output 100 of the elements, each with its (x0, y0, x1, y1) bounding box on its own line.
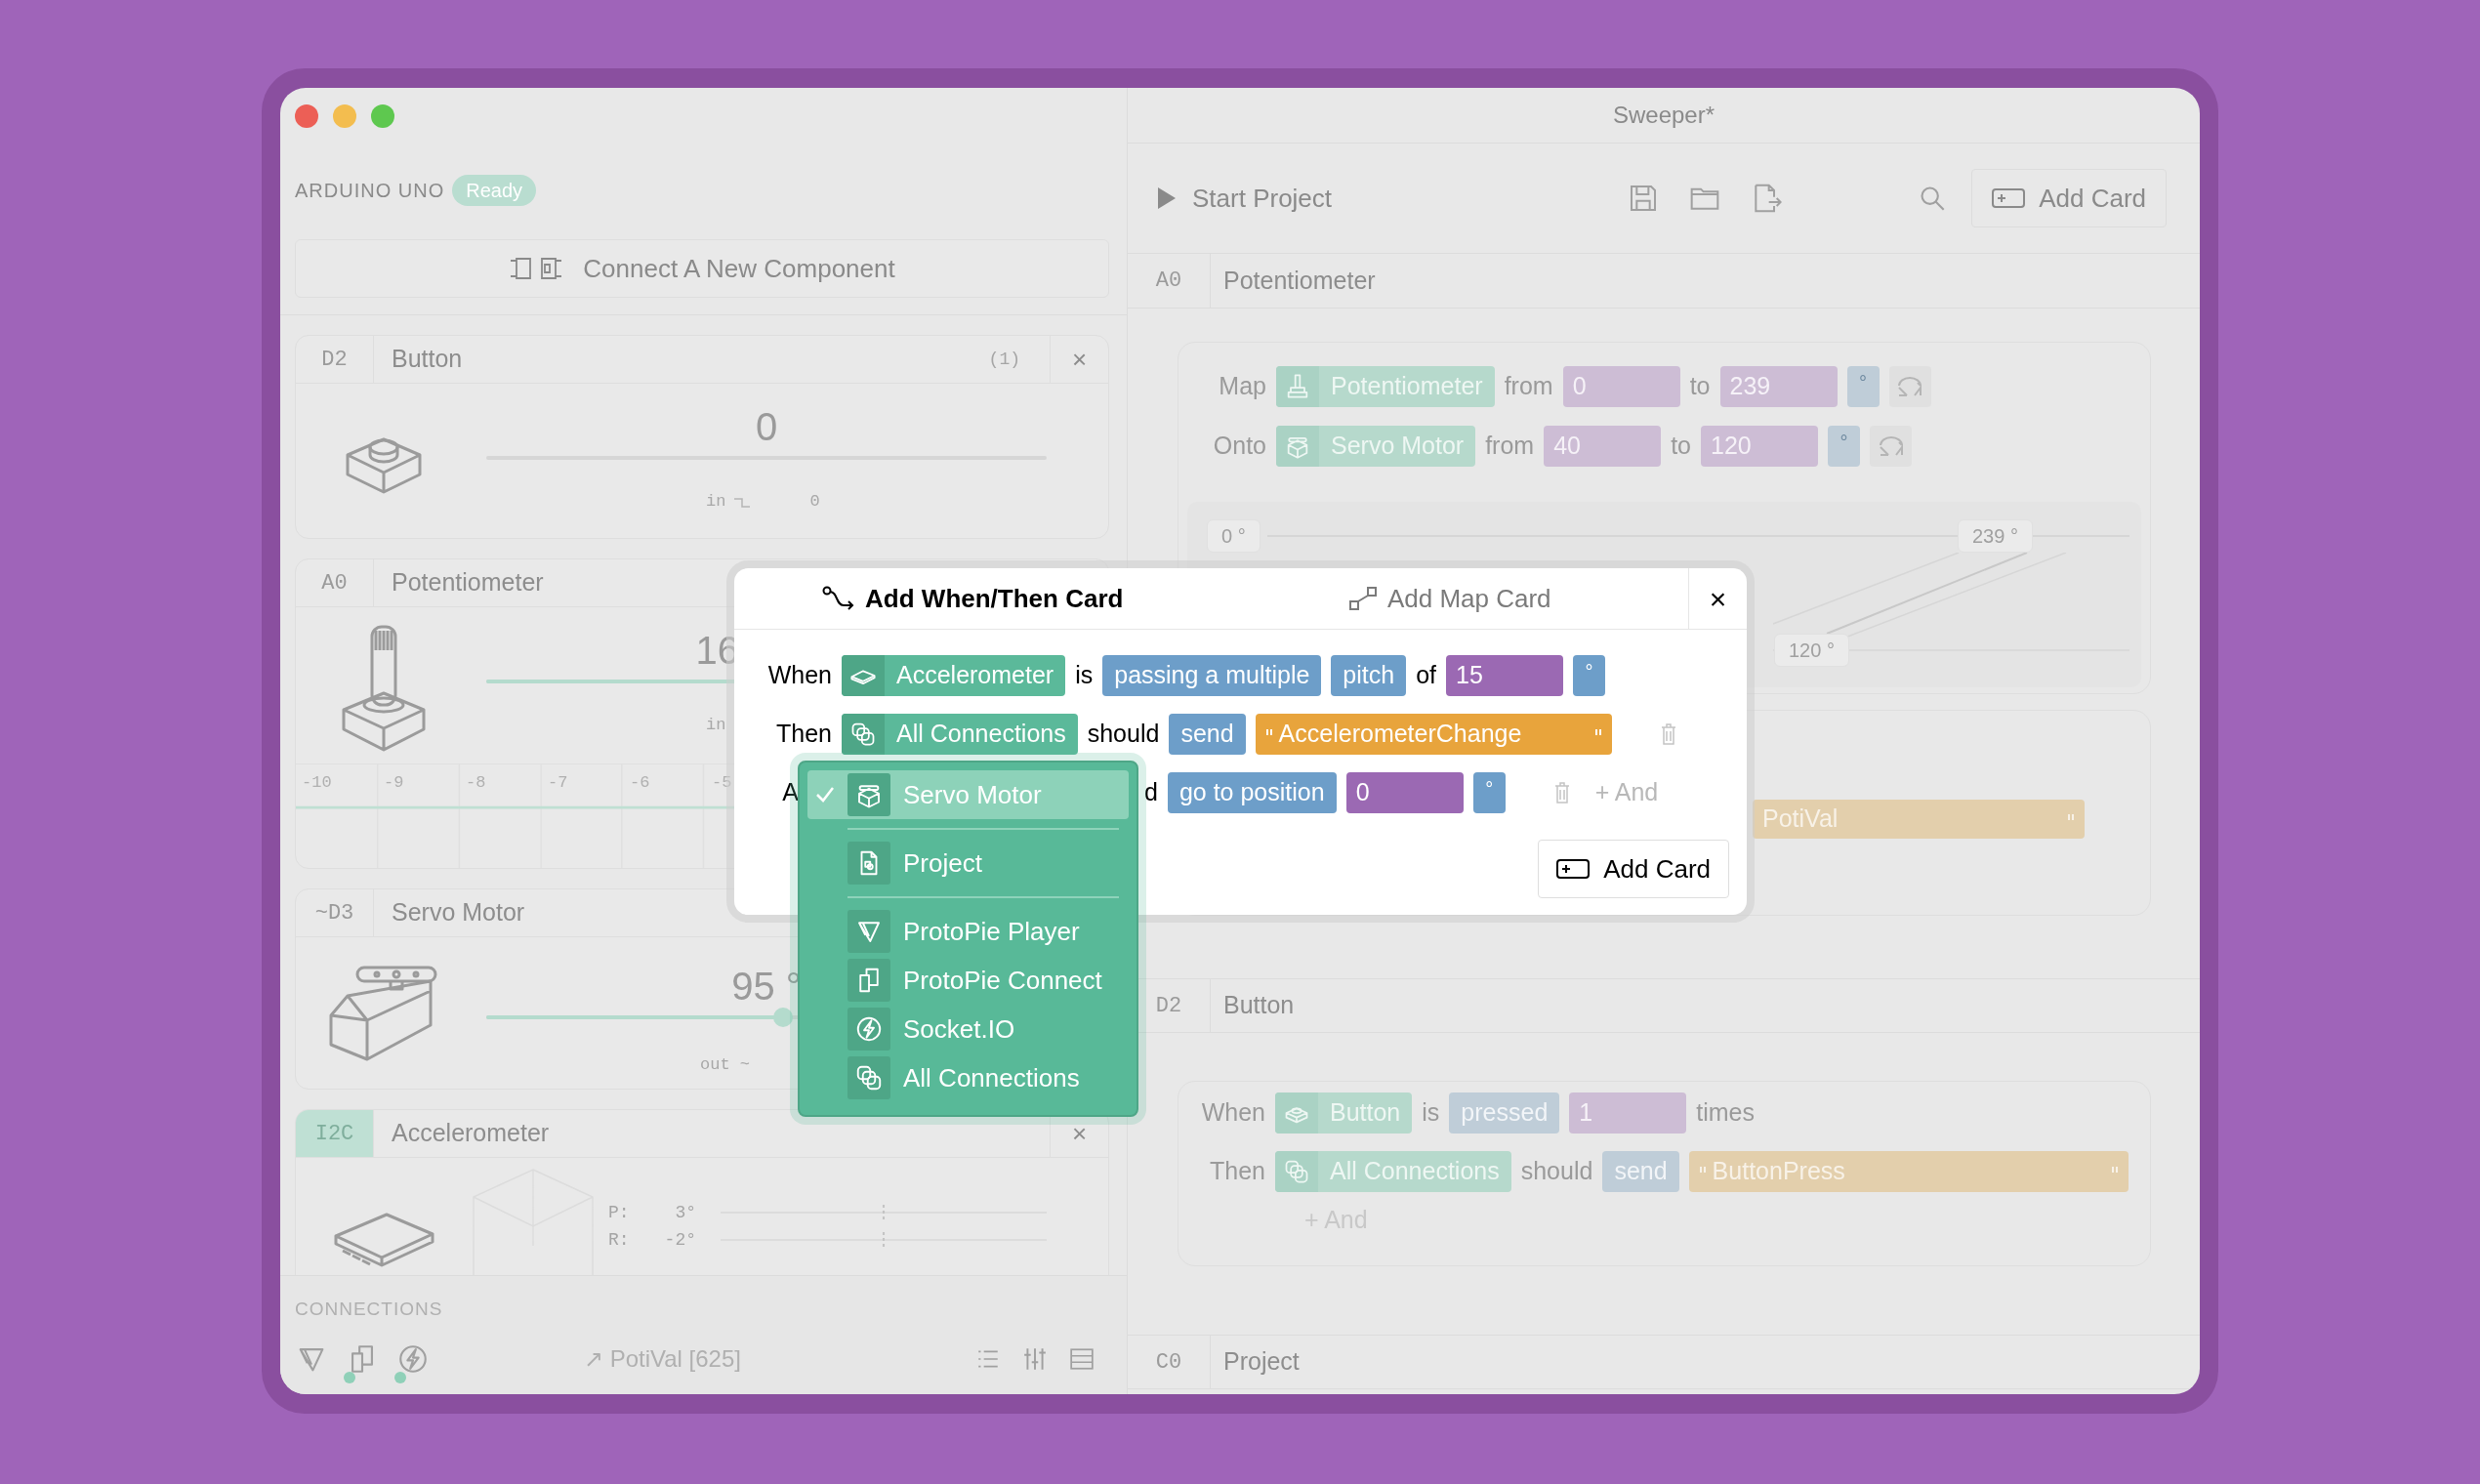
bolt-circle-icon (854, 1014, 884, 1044)
stacked-squares-icon (854, 1063, 884, 1092)
rule-label: Then (1209, 1156, 1265, 1187)
panel-icon[interactable] (1069, 1345, 1095, 1372)
graph-value-label: 239 ° (1958, 519, 2033, 553)
add-card-button[interactable]: Add Card (1971, 169, 2167, 227)
count-label: (1) (988, 348, 1021, 371)
axis-tick-label: -7 (548, 772, 568, 794)
rule-label: Then (775, 719, 832, 750)
pin-label: A0 (1128, 254, 1211, 308)
unit-chip[interactable]: ° (1828, 426, 1861, 467)
angle-readout: 3° (674, 1201, 696, 1224)
message-field[interactable]: AccelerometerChange (1255, 714, 1612, 755)
component-chip[interactable]: All Connections (842, 714, 1078, 755)
close-button[interactable]: × (1050, 336, 1108, 383)
component-chip[interactable]: All Connections (1275, 1151, 1511, 1192)
option-chip[interactable]: pitch (1331, 655, 1407, 696)
check-icon (815, 786, 835, 804)
maximize-window-button[interactable] (371, 103, 394, 128)
rule-word: is (1075, 660, 1094, 691)
axis-tick-label: -8 (466, 772, 486, 794)
value-readout: 0 (755, 405, 778, 448)
add-condition-link[interactable]: + And (1594, 774, 1659, 811)
slider-thumb[interactable] (773, 1008, 794, 1027)
rule-word: from (1485, 431, 1535, 462)
add-card-button[interactable]: Add Card (1538, 840, 1729, 898)
component-name: Servo Motor (392, 897, 525, 928)
graph-value-label: 0 ° (1207, 519, 1261, 553)
menu-item[interactable]: Project (807, 839, 1129, 887)
menu-item[interactable]: Socket.IO (807, 1005, 1129, 1053)
pin-label: D2 (296, 336, 374, 383)
direction-label: out ~ (700, 1055, 750, 1074)
rule-label: A (781, 777, 799, 808)
swap-button[interactable] (1870, 426, 1913, 467)
pin-label: I2C (296, 1110, 374, 1157)
map-link-icon (1347, 586, 1378, 611)
search-icon[interactable] (1919, 185, 1947, 212)
component-chip[interactable]: Accelerometer (842, 655, 1066, 696)
rule-label: When (1200, 1097, 1265, 1129)
number-field[interactable]: 0 (1345, 772, 1464, 813)
rule-word: from (1504, 371, 1553, 402)
component-chip[interactable]: Potentiometer (1276, 366, 1495, 407)
rule-word: to (1689, 371, 1711, 402)
board-name: ARDUINO UNO (295, 179, 445, 203)
axis-tick-label: -6 (630, 772, 650, 794)
pin-label: A0 (296, 559, 374, 606)
component-name: Accelerometer (392, 1118, 550, 1149)
minimize-window-button[interactable] (333, 103, 356, 128)
component-chip[interactable]: Button (1275, 1092, 1413, 1134)
menu-item[interactable]: All Connections (807, 1053, 1129, 1102)
play-icon (1157, 186, 1177, 210)
option-chip[interactable]: go to position (1167, 772, 1337, 813)
section-title: Potentiometer (1222, 265, 1376, 296)
sliders-icon[interactable] (1022, 1345, 1048, 1372)
step-signal-icon (733, 495, 752, 508)
number-field[interactable]: 15 (1446, 655, 1564, 696)
menu-item[interactable]: ProtoPie Player (807, 907, 1129, 956)
dialog-tab[interactable]: Add When/Then Card (734, 568, 1212, 629)
component-chip[interactable]: Servo Motor (1276, 426, 1476, 467)
pin-label: C0 (1128, 1336, 1211, 1388)
menu-item[interactable]: ProtoPie Connect (807, 956, 1129, 1005)
rule-label: Onto (1212, 431, 1266, 462)
card-plus-icon (1992, 187, 2026, 209)
rule-label: Map (1218, 371, 1266, 402)
graph-value-label: 120 ° (1774, 634, 1849, 667)
rule-word: should (1087, 719, 1160, 750)
axis-tick-label: -9 (384, 772, 404, 794)
pin-label: ~D3 (296, 889, 374, 936)
rule-word: should (1520, 1156, 1593, 1187)
component-name: Button (392, 344, 463, 375)
connect-component-button[interactable]: Connect A New Component (295, 239, 1109, 298)
direction-label: in (706, 491, 726, 513)
axis-tick-label: -10 (302, 772, 332, 794)
swap-button[interactable] (1888, 366, 1931, 407)
component-name: Potentiometer (392, 567, 544, 598)
unit-chip[interactable]: ° (1846, 366, 1880, 407)
menu-item[interactable]: Servo Motor (807, 770, 1129, 819)
message-field[interactable]: ButtonPress (1688, 1151, 2129, 1192)
unit-chip[interactable]: ° (1472, 772, 1506, 813)
rule-label: When (766, 660, 832, 691)
rule-word: d (1144, 777, 1158, 808)
section-title: Project (1222, 1346, 1300, 1378)
message-field[interactable]: PotiVal (1753, 800, 2085, 839)
rule-word: of (1416, 660, 1437, 691)
section-title: Button (1222, 990, 1295, 1021)
rule-word: to (1671, 431, 1692, 462)
close-window-button[interactable] (295, 103, 318, 128)
status-badge: Ready (452, 175, 537, 206)
stacked-squares-icon (849, 721, 877, 748)
axis-tick-label: -5 (712, 772, 732, 794)
start-project-button[interactable]: Start Project (1157, 179, 1333, 218)
raw-reading: 0 (809, 491, 820, 513)
option-chip[interactable]: passing a multiple (1102, 655, 1322, 696)
option-chip[interactable]: send (1169, 714, 1246, 755)
unit-chip[interactable]: ° (1573, 655, 1606, 696)
angle-readout: -2° (663, 1228, 696, 1252)
close-button[interactable]: × (1688, 568, 1747, 629)
direction-label: in (706, 716, 726, 734)
card-plus-icon (1556, 858, 1591, 880)
dialog-tab[interactable]: Add Map Card (1211, 568, 1688, 629)
